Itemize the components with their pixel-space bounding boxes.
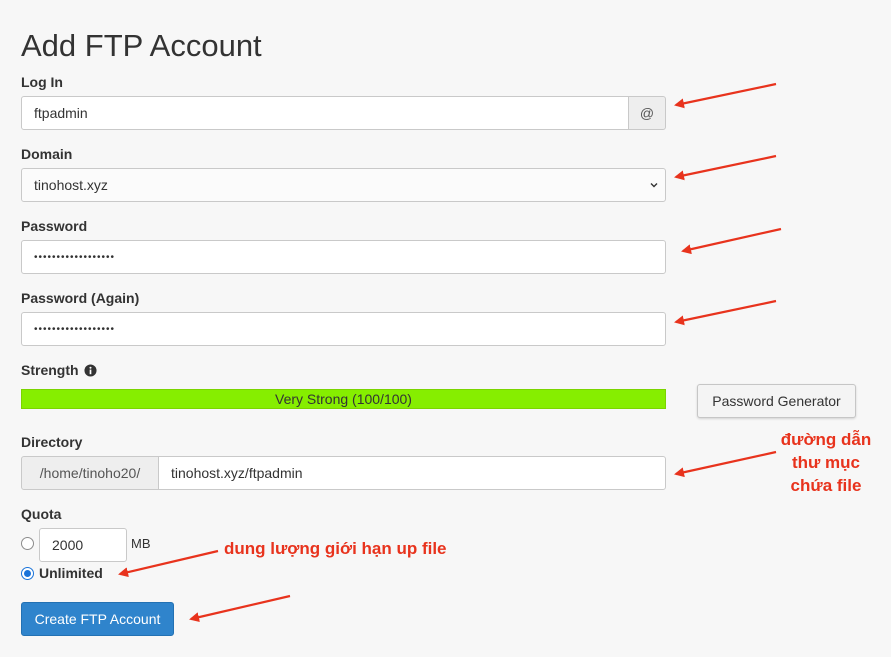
directory-prefix-addon: /home/tinoho20/: [21, 456, 159, 490]
red-arrow-icon: [674, 299, 777, 326]
red-arrow-icon: [674, 154, 777, 181]
domain-selected-value: tinohost.xyz: [34, 177, 108, 193]
password-input[interactable]: ••••••••••••••••••: [21, 240, 666, 274]
quota-unlimited-radio[interactable]: [21, 567, 34, 580]
quota-value: 2000: [52, 537, 84, 553]
login-label: Log In: [21, 74, 63, 90]
red-arrow-icon: [681, 227, 782, 255]
login-value: ftpadmin: [34, 105, 88, 121]
password-generator-button[interactable]: Password Generator: [697, 384, 856, 418]
quota-unit: MB: [131, 536, 151, 551]
quota-limited-radio[interactable]: [21, 537, 34, 550]
directory-label: Directory: [21, 434, 83, 450]
domain-label: Domain: [21, 146, 73, 162]
create-ftp-account-button[interactable]: Create FTP Account: [21, 602, 174, 636]
strength-text: Very Strong (100/100): [275, 391, 412, 407]
password-again-label: Password (Again): [21, 290, 140, 306]
red-arrow-icon: [674, 82, 777, 109]
password-strength-meter: Very Strong (100/100): [21, 389, 666, 409]
domain-select[interactable]: tinohost.xyz: [21, 168, 666, 202]
red-arrow-icon: [118, 549, 219, 578]
at-sign-addon: @: [628, 96, 666, 130]
quota-annotation: dung lượng giới hạn up file: [224, 539, 447, 558]
directory-input[interactable]: tinohost.xyz/ftpadmin: [158, 456, 666, 490]
page-title: Add FTP Account: [21, 28, 262, 63]
login-input[interactable]: ftpadmin: [21, 96, 629, 130]
info-circle-icon[interactable]: [84, 363, 97, 377]
strength-label: Strength: [21, 362, 79, 378]
strength-label-row: Strength: [21, 362, 97, 378]
quota-input[interactable]: 2000: [39, 528, 127, 562]
red-arrow-icon: [674, 450, 777, 478]
red-arrow-icon: [189, 594, 291, 623]
quota-unlimited-label[interactable]: Unlimited: [39, 565, 103, 581]
chevron-down-icon: [650, 183, 658, 188]
directory-value: tinohost.xyz/ftpadmin: [171, 465, 303, 481]
quota-label: Quota: [21, 506, 62, 522]
directory-annotation: đường dẫn thư mục chứa file: [780, 430, 872, 495]
password-again-input[interactable]: ••••••••••••••••••: [21, 312, 666, 346]
password-mask: ••••••••••••••••••: [34, 251, 116, 263]
password-label: Password: [21, 218, 88, 234]
password-again-mask: ••••••••••••••••••: [34, 323, 116, 335]
